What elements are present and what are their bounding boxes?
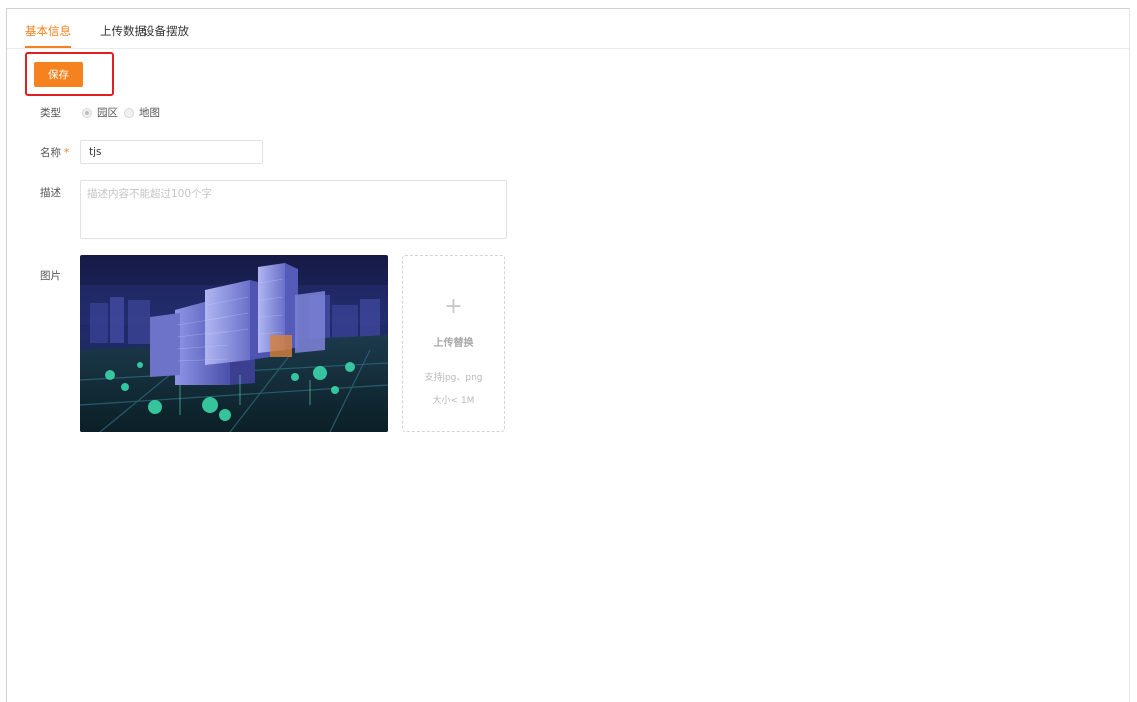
- image-label: 图片: [40, 270, 61, 282]
- radio-map[interactable]: [124, 108, 134, 118]
- radio-map-label[interactable]: 地图: [139, 106, 160, 120]
- save-button[interactable]: 保存: [34, 62, 83, 87]
- name-input[interactable]: tjs: [80, 140, 263, 164]
- tab-device-placement[interactable]: 设备摆放: [143, 23, 189, 39]
- tab-upload-data[interactable]: 上传数据: [100, 23, 146, 39]
- type-radio-group: 园区 地图: [82, 106, 166, 120]
- upload-size-hint: 大小< 1M: [432, 396, 475, 406]
- upload-format-hint: 支持jpg、png: [424, 373, 483, 383]
- description-placeholder: 描述内容不能超过100个字: [87, 188, 213, 200]
- plus-icon: +: [444, 294, 463, 319]
- tab-bar: 基本信息 上传数据 设备摆放: [7, 9, 1129, 49]
- tab-basic-info[interactable]: 基本信息: [25, 23, 71, 39]
- radio-park-label[interactable]: 园区: [97, 106, 118, 120]
- upload-replace-box[interactable]: + 上传替换 支持jpg、png 大小< 1M: [402, 255, 505, 432]
- description-textarea[interactable]: 描述内容不能超过100个字: [80, 180, 507, 239]
- name-label-text: 名称: [40, 147, 61, 159]
- required-mark: *: [64, 147, 70, 159]
- type-label: 类型: [40, 107, 61, 119]
- upload-title: 上传替换: [433, 338, 474, 349]
- active-tab-indicator: [25, 46, 71, 48]
- park-image-preview: [80, 255, 388, 432]
- name-label: 名称 *: [40, 146, 69, 160]
- city-night-scene-image: [80, 255, 388, 432]
- desc-label: 描述: [40, 187, 61, 199]
- radio-park[interactable]: [82, 108, 92, 118]
- page-frame: 基本信息 上传数据 设备摆放 保存 类型 园区 地图 名称 * tjs 描述 描述…: [6, 8, 1130, 702]
